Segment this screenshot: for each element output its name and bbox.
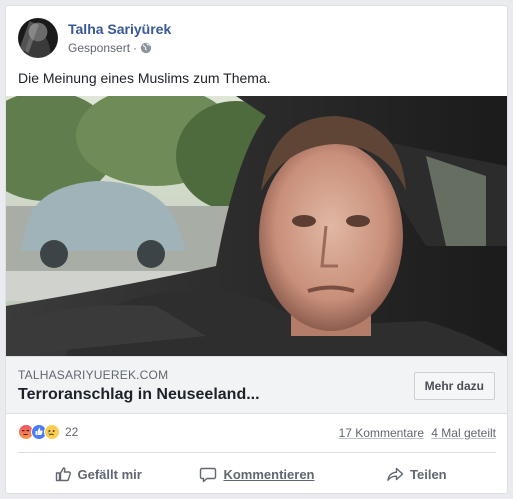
post-card: Talha Sariyürek Gesponsert · Die Meinung… [5, 5, 508, 494]
learn-more-button[interactable]: Mehr dazu [413, 372, 495, 400]
sponsored-label[interactable]: Gesponsert [68, 41, 130, 55]
video-frame-image [6, 96, 507, 356]
shares-count-link[interactable]: 4 Mal geteilt [431, 426, 496, 440]
like-button[interactable]: Gefällt mir [18, 458, 177, 490]
comment-icon [200, 467, 217, 483]
sad-icon [44, 424, 60, 440]
comments-count-link[interactable]: 17 Kommentare [339, 426, 424, 440]
comment-label: Kommentieren [223, 466, 315, 482]
comment-button[interactable]: Kommentieren [177, 458, 336, 490]
reactions-summary[interactable]: 22 [18, 424, 78, 440]
globe-icon[interactable] [140, 42, 152, 54]
share-label: Teilen [410, 466, 447, 482]
share-icon [387, 467, 404, 481]
engagement-stats: 22 17 Kommentare 4 Mal geteilt [18, 422, 496, 444]
like-label: Gefällt mir [77, 466, 142, 482]
video-thumbnail[interactable] [6, 96, 507, 356]
post-text: Die Meinung eines Muslims zum Thema. [18, 70, 271, 86]
author-name[interactable]: Talha Sariyürek [68, 21, 171, 37]
link-title[interactable]: Terroranschlag in Neuseeland... [18, 386, 260, 404]
post-meta: Gesponsert · [68, 41, 152, 55]
post-header: Talha Sariyürek Gesponsert · [18, 18, 488, 60]
thumbs-up-icon [55, 467, 71, 482]
avatar[interactable] [18, 18, 58, 58]
meta-separator: · [133, 41, 138, 55]
link-domain: TALHASARIYUEREK.COM [18, 368, 169, 382]
share-button[interactable]: Teilen [337, 458, 496, 490]
reaction-count: 22 [65, 425, 79, 439]
action-bar: Gefällt mir Kommentieren Teilen [18, 458, 496, 490]
divider [18, 452, 496, 453]
link-preview-bar[interactable]: TALHASARIYUEREK.COM Terroranschlag in Ne… [6, 356, 507, 414]
